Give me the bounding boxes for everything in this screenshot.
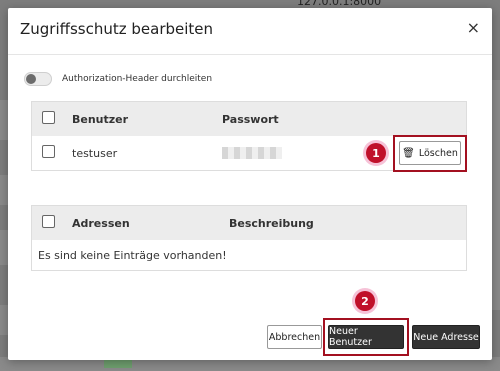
dialog-title: Zugriffsschutz bearbeiten [20,20,214,38]
empty-message: Es sind keine Einträge vorhanden! [38,248,227,262]
authorization-header-toggle[interactable] [24,72,52,86]
column-header-user: Benutzer [72,112,129,126]
delete-button-label: Löschen [418,147,458,159]
delete-user-button[interactable]: 🗑 Löschen [399,141,461,165]
new-address-button[interactable]: Neue Adresse [412,325,480,349]
select-all-users-checkbox[interactable] [42,111,55,124]
masked-password [222,147,282,159]
toggle-label: Authorization-Header durchleiten [62,74,213,84]
username-cell: testuser [72,146,118,160]
annotation-marker-1: 1 [366,143,386,163]
user-row-checkbox[interactable] [42,145,55,158]
cancel-button[interactable]: Abbrechen [267,325,322,349]
users-table-header: Benutzer Passwort [32,102,466,136]
trash-icon: 🗑 [402,147,415,159]
select-all-addresses-checkbox[interactable] [42,215,55,228]
close-icon[interactable]: × [467,18,480,37]
addresses-table: Adressen Beschreibung Es sind keine Eint… [31,205,467,271]
background-address: 127.0.0.1:8000 [297,0,382,8]
new-user-button[interactable]: Neuer Benutzer [328,325,404,349]
toggle-knob [26,74,36,84]
column-header-addresses: Adressen [72,216,130,230]
column-header-password: Passwort [222,112,279,126]
addresses-table-header: Adressen Beschreibung [32,206,466,240]
edit-access-protection-dialog: Zugriffsschutz bearbeiten × Authorizatio… [8,8,492,360]
authorization-header-toggle-row: Authorization-Header durchleiten [24,72,212,86]
column-header-description: Beschreibung [229,216,314,230]
annotation-marker-2: 2 [355,291,375,311]
title-divider [8,54,492,55]
